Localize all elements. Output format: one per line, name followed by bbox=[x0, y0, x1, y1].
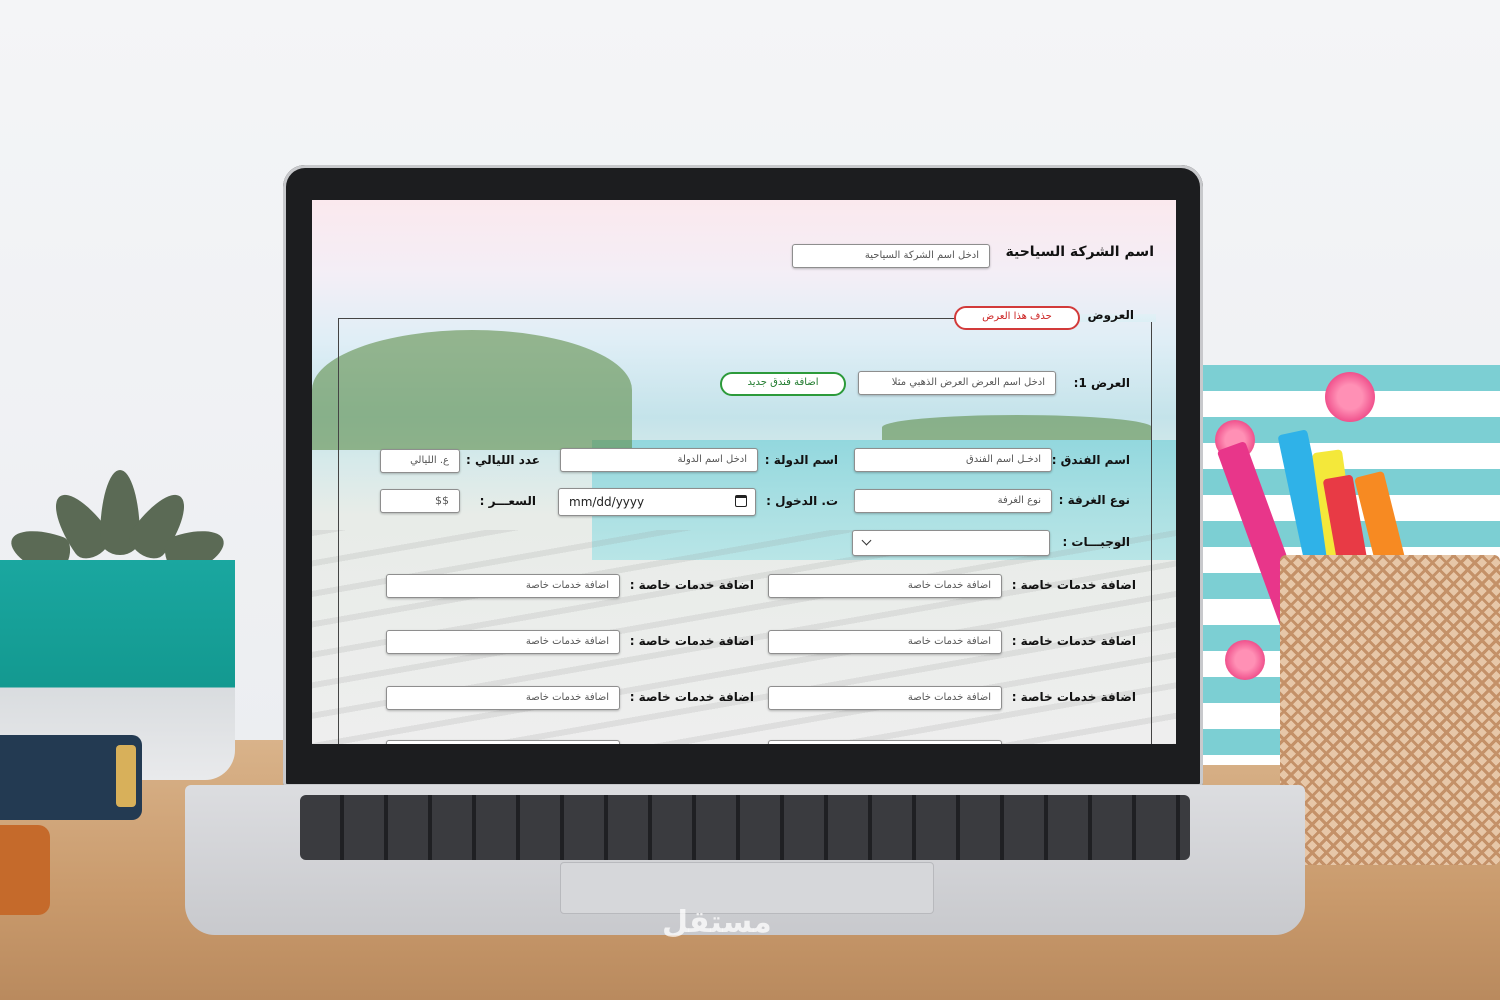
meals-select[interactable] bbox=[852, 530, 1050, 556]
offer-label: العرض 1: bbox=[1073, 376, 1130, 390]
services-label: اضافة خدمات خاصة : bbox=[1011, 690, 1136, 704]
services-label: اضافة خدمات خاصة : bbox=[629, 634, 754, 648]
laptop-keyboard bbox=[300, 795, 1190, 860]
price-label: السعـــر : bbox=[479, 494, 536, 508]
services-input[interactable]: اضافة خدمات خاصة bbox=[386, 630, 620, 654]
meals-label: الوجبـــات : bbox=[1062, 535, 1130, 549]
checkin-date-input[interactable]: mm/dd/yyyy bbox=[558, 488, 756, 516]
services-input[interactable]: اضافة خدمات خاصة bbox=[386, 574, 620, 598]
price-input[interactable]: $$ bbox=[380, 489, 460, 513]
offers-label: العروض bbox=[1087, 308, 1134, 322]
services-input[interactable]: اضافة خدمات خاصة bbox=[768, 574, 1002, 598]
offer-input[interactable]: ادخل اسم العرض العرض الذهبي مثلا bbox=[858, 371, 1056, 395]
delete-offer-button[interactable]: حذف هذا العرض bbox=[954, 306, 1080, 330]
services-label: اضافة خدمات خاصة : bbox=[1011, 634, 1136, 648]
room-input[interactable]: نوع الغرفة bbox=[854, 489, 1052, 513]
services-label: اضافة خدمات خاصة : bbox=[629, 690, 754, 704]
checkin-label: ت. الدخول : bbox=[766, 494, 838, 508]
company-label: اسم الشركة السياحية bbox=[1005, 244, 1154, 260]
hotel-input[interactable]: ادخـل اسم الفندق bbox=[854, 448, 1052, 472]
chevron-down-icon bbox=[861, 535, 872, 546]
room-label: نوع الغرفة : bbox=[1058, 493, 1130, 507]
add-hotel-button[interactable]: اضافة فندق جديد bbox=[720, 372, 846, 396]
country-input[interactable]: ادخل اسم الدولة bbox=[560, 448, 758, 472]
company-input[interactable]: ادخل اسم الشركة السياحية bbox=[792, 244, 990, 268]
screen: اسم الشركة السياحية ادخل اسم الشركة السي… bbox=[312, 200, 1176, 744]
checkin-date-value: mm/dd/yyyy bbox=[569, 495, 645, 509]
watermark: مستقل bbox=[662, 905, 772, 940]
nights-label: عدد الليالي : bbox=[465, 453, 540, 467]
services-input[interactable] bbox=[386, 740, 620, 744]
services-input[interactable]: اضافة خدمات خاصة bbox=[386, 686, 620, 710]
services-label: اضافة خدمات خاصة : bbox=[1011, 578, 1136, 592]
services-input[interactable]: اضافة خدمات خاصة bbox=[768, 686, 1002, 710]
services-input[interactable]: اضافة خدمات خاصة bbox=[768, 630, 1002, 654]
hotel-label: اسم الفندق : bbox=[1051, 453, 1130, 467]
nights-input[interactable]: ع. الليالي bbox=[380, 449, 460, 473]
calendar-icon[interactable] bbox=[735, 495, 747, 507]
services-label: اضافة خدمات خاصة : bbox=[629, 578, 754, 592]
country-label: اسم الدولة : bbox=[764, 453, 838, 467]
services-input[interactable] bbox=[768, 740, 1002, 744]
